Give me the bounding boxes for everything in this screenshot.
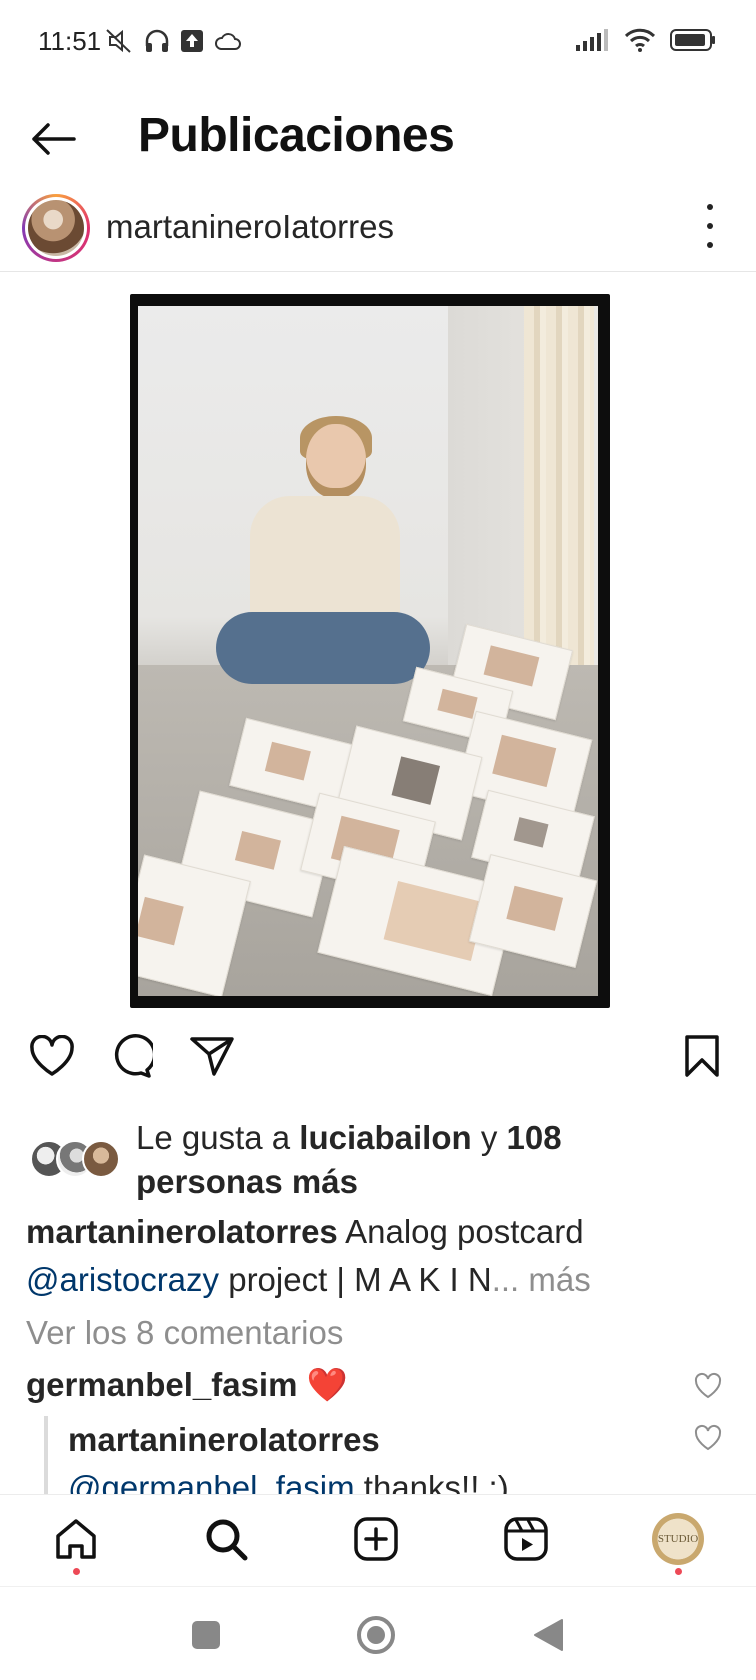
post-avatar[interactable]	[22, 194, 90, 262]
likes-prefix: Le gusta a	[136, 1119, 300, 1156]
caption-username[interactable]: martanineroIatorres	[26, 1213, 338, 1250]
cloud-icon	[215, 33, 241, 50]
home-system-button[interactable]	[354, 1613, 398, 1657]
reply-mention[interactable]: @germanbel_fasim	[68, 1469, 355, 1494]
photo-content	[138, 306, 598, 996]
likes-row[interactable]: Le gusta a luciabailon y 108 personas más	[26, 1116, 726, 1206]
caption-mention[interactable]: @aristocrazy	[26, 1261, 219, 1298]
reels-icon	[504, 1517, 548, 1561]
profile-avatar: STUDIO	[652, 1513, 704, 1565]
triangle-back-icon	[534, 1619, 563, 1651]
liker-avatar	[82, 1140, 120, 1178]
comment-username[interactable]: germanbel_fasim	[26, 1366, 297, 1403]
share-button[interactable]	[186, 1030, 238, 1082]
system-nav-bar	[0, 1586, 756, 1680]
add-icon	[354, 1517, 398, 1561]
mute-icon	[106, 29, 131, 53]
wifi-icon	[624, 28, 656, 52]
status-icons-right	[576, 28, 716, 52]
nav-reels[interactable]	[496, 1509, 556, 1569]
view-comments-link[interactable]: Ver los 8 comentarios	[26, 1314, 343, 1352]
comment-button[interactable]	[104, 1030, 156, 1082]
comment: germanbel_fasim ❤️	[26, 1366, 348, 1405]
signal-icon	[576, 29, 608, 51]
status-time: 11:51	[38, 26, 102, 56]
page-title: Publicaciones	[138, 109, 455, 162]
post-photo-area[interactable]	[0, 272, 756, 1012]
heart-icon	[30, 1035, 74, 1076]
search-icon	[206, 1519, 248, 1561]
header: Publicaciones	[0, 84, 756, 194]
bookmark-icon	[685, 1035, 719, 1077]
nav-search[interactable]	[196, 1509, 256, 1569]
comment-reply: martanineroIatorres @germanbel_fasim tha…	[44, 1416, 684, 1494]
post-header: martanineroIatorres	[0, 186, 756, 272]
status-bar: 11:51	[0, 0, 756, 84]
notification-dot	[73, 1568, 80, 1575]
caption: martanineroIatorres Analog postcard @aris…	[26, 1208, 726, 1304]
reply-username[interactable]: martanineroIatorres	[68, 1416, 684, 1464]
back-button[interactable]	[28, 114, 78, 164]
headphones-icon	[145, 29, 169, 52]
like-button[interactable]	[26, 1030, 78, 1082]
reply-like-heart-icon[interactable]	[694, 1424, 722, 1452]
post-photo[interactable]	[130, 294, 610, 1008]
comment-icon	[114, 1034, 153, 1078]
likes-suffix[interactable]: personas más	[136, 1163, 358, 1200]
notification-dot	[675, 1568, 682, 1575]
arrow-left-icon	[32, 123, 76, 155]
caption-text: Analog postcard	[337, 1213, 584, 1250]
back-system-button[interactable]	[526, 1613, 570, 1657]
nav-create[interactable]	[346, 1509, 406, 1569]
status-icons-left	[104, 28, 242, 54]
nav-profile[interactable]: STUDIO	[648, 1509, 708, 1575]
comment-text: ❤️	[306, 1366, 348, 1403]
likes-middle: y	[471, 1119, 507, 1156]
post-actions	[0, 1012, 756, 1102]
home-icon	[56, 1519, 96, 1559]
nav-home[interactable]	[46, 1509, 106, 1575]
circle-icon	[357, 1616, 395, 1654]
caption-more-link[interactable]: ... más	[492, 1261, 591, 1298]
likes-text: Le gusta a luciabailon y 108 personas más	[136, 1116, 696, 1204]
liker-avatars	[30, 1140, 122, 1180]
send-icon	[190, 1037, 234, 1076]
curtain-graphic	[524, 306, 594, 679]
upload-icon	[181, 30, 203, 52]
comment-like-heart-icon[interactable]	[694, 1372, 722, 1400]
square-icon	[192, 1621, 220, 1649]
more-vertical-icon[interactable]	[700, 204, 720, 248]
caption-text-2: project | M A K I N	[219, 1261, 492, 1298]
likes-user[interactable]: luciabailon	[299, 1119, 471, 1156]
recent-apps-button[interactable]	[184, 1613, 228, 1657]
save-button[interactable]	[676, 1030, 728, 1082]
battery-icon	[670, 29, 715, 51]
likes-count[interactable]: 108	[507, 1119, 562, 1156]
reply-text: thanks!! :)	[354, 1469, 509, 1494]
bottom-nav: STUDIO	[0, 1494, 756, 1586]
post-username[interactable]: martanineroIatorres	[106, 208, 394, 246]
profile-avatar-label: STUDIO	[657, 1533, 699, 1545]
